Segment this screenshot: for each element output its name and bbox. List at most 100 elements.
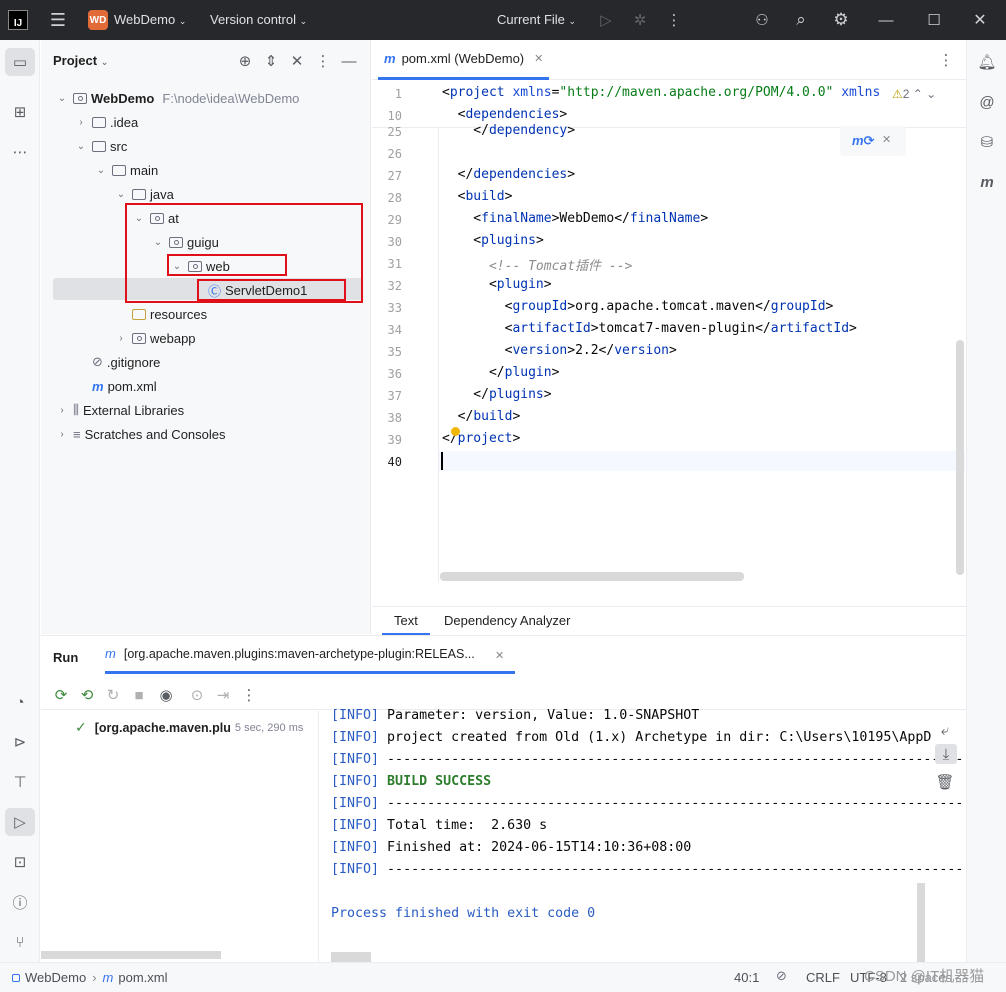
chevron-right-icon[interactable]: › [114, 333, 128, 344]
problems-tool-icon[interactable]: ⓘ [5, 888, 35, 916]
code-line[interactable]: <groupId>org.apache.tomcat.maven</groupI… [442, 299, 834, 314]
tab-options-icon[interactable]: ⋮ [938, 50, 954, 70]
export-icon[interactable]: ⇥ [213, 685, 233, 705]
terminal-tool-icon[interactable]: ⊡ [5, 848, 35, 876]
tree-item-main[interactable]: ⌄ main [94, 159, 158, 181]
run-item[interactable]: ✓ [org.apache.maven.plu 5 sec, 290 ms [75, 719, 303, 736]
maven-icon[interactable]: m [972, 168, 1002, 196]
chevron-right-icon[interactable]: › [74, 117, 88, 128]
more-tools-icon[interactable]: ⋯ [5, 138, 35, 166]
console-hscroll[interactable] [331, 952, 371, 962]
tab-text[interactable]: Text [382, 613, 430, 635]
show-eye-icon[interactable]: ◉ [155, 685, 177, 705]
run-more-icon[interactable]: ⋮ [239, 685, 259, 705]
crumb-project[interactable]: WebDemo [25, 970, 86, 985]
run-tab[interactable]: m [org.apache.maven.plugins:maven-archet… [105, 636, 515, 674]
tree-item-gitignore[interactable]: ⊘ .gitignore [74, 351, 160, 373]
close-run-tab-icon[interactable]: ✕ [495, 649, 504, 662]
tree-item-java[interactable]: ⌄ java [114, 183, 174, 205]
project-badge[interactable]: WD [88, 10, 108, 30]
expand-all-icon[interactable]: ⇕ [261, 52, 281, 70]
code-line[interactable]: <build> [442, 189, 513, 204]
project-name[interactable]: WebDemo ⌄ [114, 12, 186, 27]
code-line[interactable]: </dependency> [442, 123, 575, 138]
readonly-toggle-icon[interactable]: ⊘ [776, 968, 787, 984]
build-tool-icon[interactable]: ⊤ [5, 768, 35, 796]
line-separator[interactable]: CRLF [806, 970, 840, 985]
chevron-right-icon[interactable]: › [55, 429, 69, 440]
code-line[interactable]: </build> [442, 409, 521, 424]
tree-item-idea[interactable]: › .idea [74, 111, 138, 133]
code-line[interactable]: </plugins> [442, 387, 551, 402]
rerun-failed-icon[interactable]: ⟲ [77, 685, 97, 705]
run-icon[interactable]: ▷ [596, 10, 616, 30]
horizontal-scrollbar[interactable] [440, 572, 744, 581]
caret-position[interactable]: 40:1 [734, 970, 759, 985]
tree-item-pom-xml[interactable]: m pom.xml [74, 375, 157, 397]
code-line[interactable]: </dependencies> [442, 167, 575, 182]
editor-tab-pom[interactable]: m pom.xml (WebDemo) ✕ [378, 40, 550, 80]
chevron-down-icon[interactable]: ⌄ [114, 189, 128, 200]
tree-item-external-libraries[interactable]: › ⫼ External Libraries [55, 399, 184, 421]
code-line[interactable]: <version>2.2</version> [442, 343, 677, 358]
main-menu-icon[interactable]: ☰ [46, 10, 70, 30]
chevron-down-icon[interactable]: ⌄ [55, 93, 69, 104]
search-icon[interactable]: ⌕ [790, 10, 812, 30]
code-line[interactable]: <dependencies> [442, 107, 568, 122]
project-panel-title[interactable]: Project ⌄ [53, 53, 108, 68]
intention-bulb-icon[interactable] [451, 427, 460, 436]
run-tool-icon[interactable]: ▷ [5, 808, 35, 836]
vcs-menu[interactable]: Version control ⌄ [210, 12, 307, 27]
run-dashboard-icon[interactable]: ⊳ [5, 728, 35, 756]
database-icon[interactable]: ⛁ [972, 128, 1002, 156]
tree-item-scratches-and-consoles[interactable]: › ≡ Scratches and Consoles [55, 423, 225, 445]
chevron-right-icon[interactable]: › [55, 405, 69, 416]
clear-console-icon[interactable]: 🗑︎ [935, 772, 955, 792]
scroll-to-end-icon[interactable]: ⤓ [935, 744, 957, 764]
vertical-scrollbar[interactable] [956, 340, 964, 575]
code-line[interactable]: <project xmlns="http://maven.apache.org/… [442, 85, 880, 100]
rerun-icon[interactable]: ⟳ [51, 685, 71, 705]
settings-icon[interactable]: ⚙ [830, 10, 852, 30]
close-window-icon[interactable]: ✕ [970, 10, 990, 30]
maximize-icon[interactable]: ☐ [924, 10, 944, 30]
code-line[interactable]: <plugins> [442, 233, 543, 248]
services-tool-icon[interactable]: ◔ [5, 688, 35, 716]
notifications-icon[interactable]: 🔔︎ [972, 48, 1002, 76]
tree-item-src[interactable]: ⌄ src [74, 135, 128, 157]
code-line[interactable]: <plugin> [442, 277, 552, 292]
run-config-selector[interactable]: Current File ⌄ [497, 12, 576, 27]
stop-icon[interactable]: ■ [129, 685, 149, 705]
collapse-all-icon[interactable]: ✕ [287, 52, 307, 70]
console-scrollbar[interactable] [917, 883, 925, 963]
tab-dependency-analyzer[interactable]: Dependency Analyzer [444, 613, 570, 628]
screenshot-icon[interactable]: ⊙ [187, 685, 207, 705]
tree-item-webdemo[interactable]: ⌄ WebDemo F:\node\idea\WebDemo [55, 87, 300, 109]
minimize-icon[interactable]: — [876, 10, 896, 30]
tree-item-resources[interactable]: resources [114, 303, 207, 325]
structure-tool-icon[interactable]: ⊞ [5, 98, 35, 126]
chevron-down-icon[interactable]: ⌄ [94, 165, 108, 176]
ai-assistant-icon[interactable]: @ [972, 88, 1002, 116]
close-popup-icon[interactable]: ✕ [882, 133, 891, 146]
git-tool-icon[interactable]: ⑂ [5, 928, 35, 956]
panel-options-icon[interactable]: ⋮ [313, 52, 333, 70]
app-logo[interactable]: IJ [8, 10, 28, 30]
reload-maven-icon[interactable]: m⟳ [852, 133, 874, 149]
run-tree-scrollbar[interactable] [41, 951, 221, 959]
crumb-file[interactable]: pom.xml [118, 970, 167, 985]
hide-panel-icon[interactable]: — [339, 52, 359, 70]
chevron-down-icon[interactable]: ⌄ [74, 141, 88, 152]
project-tool-icon[interactable]: ▭ [5, 48, 35, 76]
code-line[interactable]: <finalName>WebDemo</finalName> [442, 211, 708, 226]
code-line[interactable]: <artifactId>tomcat7-maven-plugin</artifa… [442, 321, 857, 336]
tree-item-webapp[interactable]: › webapp [114, 327, 195, 349]
code-line[interactable]: </plugin> [442, 365, 559, 380]
close-tab-icon[interactable]: ✕ [534, 52, 543, 65]
add-user-icon[interactable]: ⚇ [752, 10, 772, 30]
code-line[interactable]: <!-- Tomcat插件 --> [442, 255, 632, 274]
toggle-offline-icon[interactable]: ↻ [103, 685, 123, 705]
inspections-widget[interactable]: ⚠2 ⌃ ⌄ [892, 87, 936, 101]
locate-icon[interactable]: ⊕ [235, 52, 255, 70]
soft-wrap-icon[interactable]: ⤶ [935, 720, 955, 740]
